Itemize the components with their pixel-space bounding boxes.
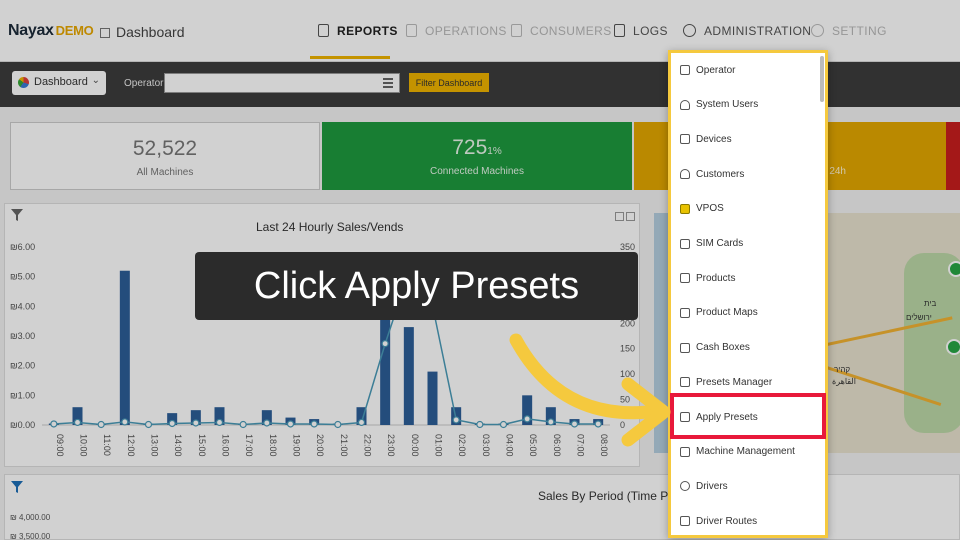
device-icon xyxy=(680,134,690,145)
menu-item-devices[interactable]: Devices xyxy=(680,128,820,150)
menu-item-product-maps[interactable]: Product Maps xyxy=(680,302,820,324)
administration-dropdown-menu xyxy=(668,50,828,538)
menu-item-label: Customers xyxy=(696,168,745,180)
menu-item-label: Operator xyxy=(696,64,736,76)
menu-item-drivers[interactable]: Drivers xyxy=(680,475,820,497)
driver-icon xyxy=(680,481,690,492)
menu-item-operator[interactable]: Operator xyxy=(680,59,820,81)
menu-item-cash-boxes[interactable]: Cash Boxes xyxy=(680,337,820,359)
menu-item-label: System Users xyxy=(696,99,759,111)
customer-icon xyxy=(680,169,690,180)
menu-item-machine-management[interactable]: Machine Management xyxy=(680,441,820,463)
preset-icon xyxy=(680,377,690,388)
menu-item-sim-cards[interactable]: SIM Cards xyxy=(680,233,820,255)
menu-item-label: Cash Boxes xyxy=(696,342,750,354)
menu-scrollbar[interactable] xyxy=(820,56,824,102)
menu-item-label: Machine Management xyxy=(696,446,795,458)
sim-icon xyxy=(680,238,690,249)
menu-item-system-users[interactable]: System Users xyxy=(680,94,820,116)
machine-icon xyxy=(680,446,690,457)
route-icon xyxy=(680,516,690,527)
menu-item-label: Devices xyxy=(696,133,732,145)
tutorial-caption: Click Apply Presets xyxy=(195,252,638,320)
menu-item-driver-routes[interactable]: Driver Routes xyxy=(680,510,820,532)
cashbox-icon xyxy=(680,342,690,353)
menu-item-products[interactable]: Products xyxy=(680,267,820,289)
menu-item-label: Driver Routes xyxy=(696,515,758,527)
menu-item-label: Products xyxy=(696,272,736,284)
menu-item-label: Presets Manager xyxy=(696,376,773,388)
menu-item-presets-manager[interactable]: Presets Manager xyxy=(680,371,820,393)
map-icon xyxy=(680,307,690,318)
operator-icon xyxy=(680,65,690,75)
vpos-icon xyxy=(680,203,690,214)
menu-item-label: Drivers xyxy=(696,480,728,492)
menu-item-label: VPOS xyxy=(696,203,724,215)
menu-item-vpos[interactable]: VPOS xyxy=(680,198,820,220)
users-icon xyxy=(680,99,690,110)
screen: Nayax DEMO Dashboard REPORTS OPERATIONS C… xyxy=(0,0,960,540)
apply-presets-highlight xyxy=(670,393,826,439)
product-icon xyxy=(680,273,690,284)
menu-item-label: Product Maps xyxy=(696,307,758,319)
menu-item-label: SIM Cards xyxy=(696,238,744,249)
menu-item-customers[interactable]: Customers xyxy=(680,163,820,185)
